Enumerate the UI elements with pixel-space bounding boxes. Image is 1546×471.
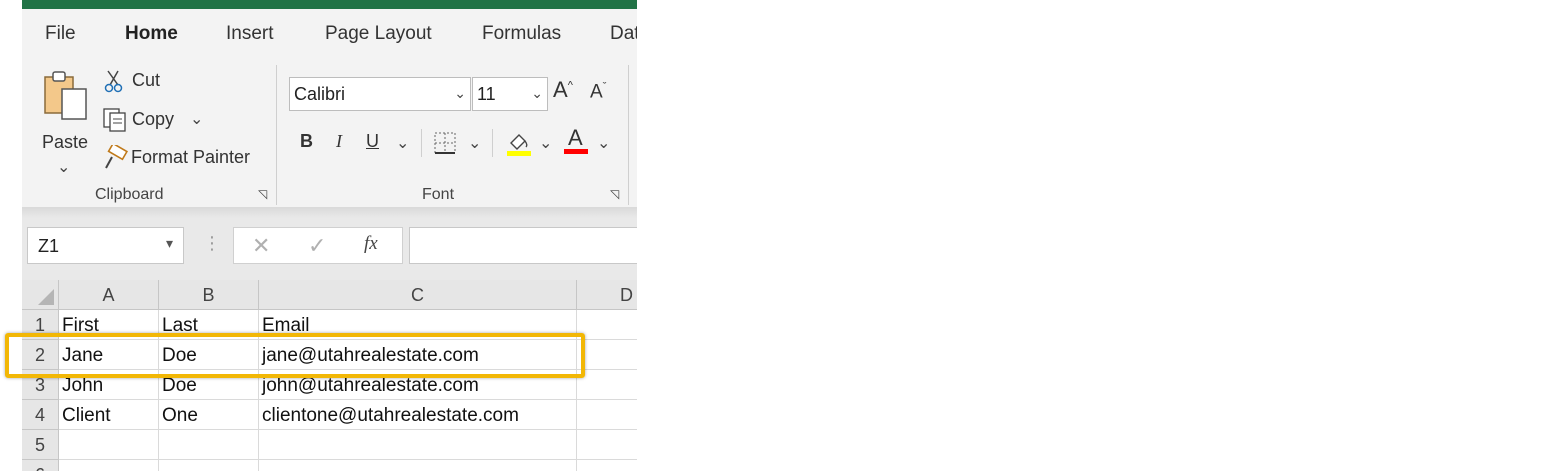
paste-icon (44, 71, 87, 120)
row-header-4[interactable]: 4 (22, 400, 59, 430)
font-size-combo[interactable]: 11 ⌄ (472, 77, 548, 111)
tab-formulas[interactable]: Formulas (482, 23, 561, 45)
cell-d4[interactable] (577, 400, 637, 430)
font-size-value: 11 (477, 84, 496, 104)
copy-dropdown-icon[interactable]: ⌄ (190, 109, 203, 129)
select-all-triangle-icon (38, 289, 54, 305)
copy-icon (103, 108, 126, 132)
cancel-icon[interactable]: ✕ (252, 233, 270, 259)
enter-check-icon[interactable]: ✓ (308, 233, 326, 259)
group-separator (276, 65, 277, 205)
decrease-font-size-icon[interactable]: Aˇ (590, 81, 606, 103)
ribbon-tabs: File Home Insert Page Layout Formulas Da… (22, 9, 637, 62)
cell-d2[interactable] (577, 340, 637, 370)
clipboard-launcher-icon[interactable]: ◹ (258, 187, 267, 201)
copy-button[interactable]: Copy ⌄ (102, 105, 212, 135)
ribbon-shadow (22, 207, 637, 218)
font-launcher-icon[interactable]: ◹ (610, 187, 619, 201)
tab-insert[interactable]: Insert (226, 23, 274, 45)
vertical-dots-icon: ⋮ (203, 233, 221, 253)
column-header-b[interactable]: B (159, 280, 259, 310)
cell-b6[interactable] (159, 460, 259, 471)
chevron-down-icon[interactable]: ▾ (166, 235, 173, 252)
column-header-d[interactable]: D (577, 280, 637, 310)
font-group-label: Font (422, 186, 455, 203)
cell-d5[interactable] (577, 430, 637, 460)
fill-color-icon[interactable] (505, 129, 533, 157)
font-name-combo[interactable]: Calibri ⌄ (289, 77, 471, 111)
font-color-icon[interactable]: A (564, 125, 590, 155)
cell-c4[interactable]: clientone@utahrealestate.com (259, 400, 577, 430)
cell-d3[interactable] (577, 370, 637, 400)
tab-file[interactable]: File (45, 23, 76, 45)
cell-a4[interactable]: Client (59, 400, 159, 430)
clipboard-group-label: Clipboard (95, 186, 164, 203)
column-header-c[interactable]: C (259, 280, 577, 310)
formula-bar: Z1 ▾ ⋮ ✕ ✓ fx (22, 218, 637, 280)
paste-dropdown-icon[interactable]: ⌄ (57, 157, 70, 177)
font-name-value: Calibri (294, 84, 346, 104)
formula-controls: ✕ ✓ fx (233, 227, 403, 264)
font-separator (492, 129, 493, 157)
format-painter-label: Format Painter (131, 147, 251, 167)
copy-label: Copy (132, 109, 175, 129)
cut-label: Cut (132, 70, 161, 90)
tab-page-layout[interactable]: Page Layout (325, 23, 432, 45)
format-painter-icon (105, 145, 128, 169)
increase-font-size-icon[interactable]: A^ (553, 77, 573, 103)
paste-button[interactable]: Paste ⌄ (40, 67, 92, 177)
title-bar (22, 0, 637, 9)
tab-data[interactable]: Dat (610, 23, 637, 45)
cell-a6[interactable] (59, 460, 159, 471)
cell-d1[interactable] (577, 310, 637, 340)
scissors-icon (104, 70, 123, 93)
fill-color-dropdown-icon[interactable]: ⌄ (539, 133, 552, 153)
font-separator (421, 129, 422, 157)
cell-c6[interactable] (259, 460, 577, 471)
ribbon-home: Paste ⌄ Cut Copy ⌄ Format Painter Clipbo… (22, 57, 637, 207)
group-separator (628, 65, 629, 205)
cell-a5[interactable] (59, 430, 159, 460)
excel-window: File Home Insert Page Layout Formulas Da… (22, 0, 637, 471)
row-header-6[interactable]: 6 (22, 460, 59, 471)
cell-b5[interactable] (159, 430, 259, 460)
chevron-down-icon[interactable]: ⌄ (531, 85, 543, 102)
underline-button[interactable]: U (366, 131, 379, 152)
insert-function-icon[interactable]: fx (364, 233, 378, 255)
paste-label: Paste (42, 132, 89, 152)
cell-d6[interactable] (577, 460, 637, 471)
font-color-dropdown-icon[interactable]: ⌄ (597, 133, 610, 153)
row-2-highlight-box (5, 333, 585, 378)
select-all-corner[interactable] (22, 280, 59, 310)
name-box-value: Z1 (38, 236, 60, 256)
cell-c5[interactable] (259, 430, 577, 460)
formula-input[interactable] (409, 227, 637, 264)
italic-button[interactable]: I (336, 131, 342, 152)
tab-home[interactable]: Home (125, 23, 178, 45)
bold-button[interactable]: B (300, 131, 313, 152)
column-header-a[interactable]: A (59, 280, 159, 310)
cut-button[interactable]: Cut (104, 67, 194, 97)
borders-dropdown-icon[interactable]: ⌄ (468, 133, 481, 153)
format-painter-button[interactable]: Format Painter (102, 143, 262, 173)
cell-b4[interactable]: One (159, 400, 259, 430)
chevron-down-icon[interactable]: ⌄ (454, 85, 466, 102)
name-box[interactable]: Z1 ▾ (27, 227, 184, 264)
row-header-5[interactable]: 5 (22, 430, 59, 460)
borders-icon[interactable] (433, 131, 457, 155)
underline-dropdown-icon[interactable]: ⌄ (396, 133, 409, 153)
